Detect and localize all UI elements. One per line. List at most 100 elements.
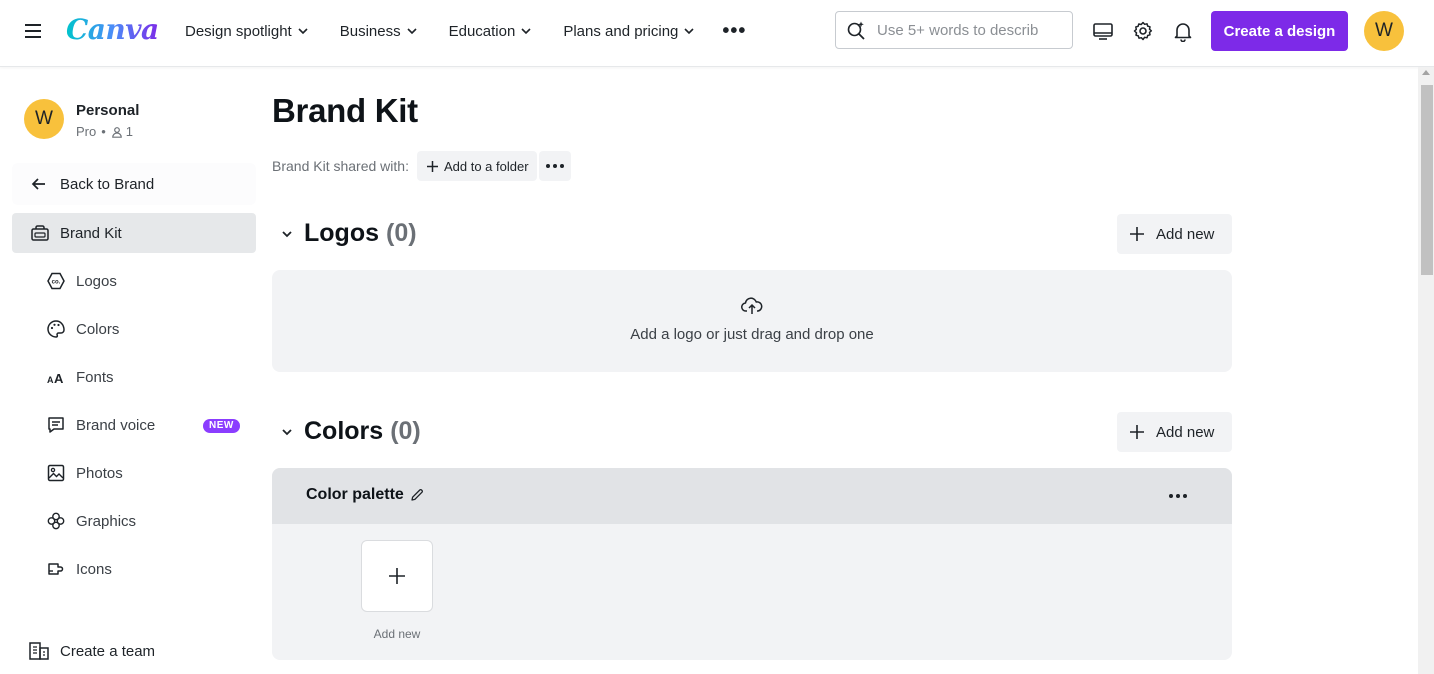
chevron-down-icon[interactable] xyxy=(280,425,294,439)
sidebar-item-label: Brand Kit xyxy=(60,224,122,242)
graphics-icon xyxy=(47,512,65,530)
sidebar: W Personal Pro • 1 Back to Brand Brand K… xyxy=(0,67,270,674)
sidebar-item-photos[interactable]: Photos xyxy=(36,453,256,493)
svg-text:A: A xyxy=(47,375,54,385)
sidebar-item-graphics[interactable]: Graphics xyxy=(36,501,256,541)
top-navbar: Canva Design spotlight Business Educatio… xyxy=(0,0,1434,67)
color-palette-card: Color palette Add new xyxy=(272,468,1232,660)
nav-business[interactable]: Business xyxy=(340,23,418,40)
drop-zone-text: Add a logo or just drag and drop one xyxy=(630,326,874,343)
arrow-left-icon xyxy=(31,178,45,190)
palette-name: Color palette xyxy=(306,486,424,504)
sidebar-item-label: Photos xyxy=(76,464,123,482)
plus-icon xyxy=(1130,227,1144,241)
palette-header: Color palette xyxy=(272,468,1232,524)
chevron-down-icon[interactable] xyxy=(280,227,294,241)
account-members-count: 1 xyxy=(125,124,134,139)
plus-icon xyxy=(426,160,438,172)
meta-separator: • xyxy=(101,124,106,139)
add-to-folder-button[interactable]: Add to a folder xyxy=(416,151,537,181)
account-meta: Pro • 1 xyxy=(76,124,133,139)
more-horizontal-icon xyxy=(1169,494,1187,498)
plus-icon xyxy=(1130,425,1144,439)
palette-name-label: Color palette xyxy=(306,486,404,503)
add-logo-button[interactable]: Add new xyxy=(1117,214,1232,254)
sidebar-item-logos[interactable]: co. Logos xyxy=(36,261,256,301)
fonts-icon: A A xyxy=(47,371,64,386)
canva-logo[interactable]: Canva xyxy=(66,10,159,50)
colors-count: (0) xyxy=(390,417,421,445)
logos-title: Logos xyxy=(304,219,379,247)
add-to-folder-label: Add to a folder xyxy=(443,158,529,174)
colors-section-header: Colors (0) xyxy=(280,417,421,446)
account-plan: Pro xyxy=(76,124,97,139)
more-horizontal-icon xyxy=(545,164,564,168)
logo-icon: co. xyxy=(47,272,65,290)
building-icon xyxy=(29,642,49,660)
more-options-button[interactable] xyxy=(538,151,571,181)
create-design-button[interactable]: Create a design xyxy=(1211,11,1348,51)
brand-kit-icon xyxy=(31,225,49,241)
sidebar-item-label: Colors xyxy=(76,320,120,338)
account-name: Personal xyxy=(76,102,140,119)
logos-section-header: Logos (0) xyxy=(280,219,417,248)
nav-design-spotlight[interactable]: Design spotlight xyxy=(185,23,309,40)
person-icon xyxy=(111,126,122,138)
logo-drop-zone[interactable]: Add a logo or just drag and drop one xyxy=(272,270,1232,372)
sidebar-item-brand-kit[interactable]: Brand Kit xyxy=(12,213,256,253)
menu-icon[interactable] xyxy=(22,20,44,42)
nav-education[interactable]: Education xyxy=(449,23,533,40)
svg-text:co.: co. xyxy=(52,280,61,286)
main-nav: Design spotlight Business Education Plan… xyxy=(185,0,746,62)
chevron-down-icon xyxy=(407,28,417,35)
shared-with-row: Brand Kit shared with: Add to a folder xyxy=(272,151,571,181)
back-label: Back to Brand xyxy=(60,175,155,193)
page-title: Brand Kit xyxy=(272,92,418,129)
svg-text:A: A xyxy=(54,371,64,386)
bell-icon[interactable] xyxy=(1172,20,1194,42)
user-avatar[interactable]: W xyxy=(1364,11,1404,51)
add-new-label: Add new xyxy=(1156,423,1215,441)
nav-plans-pricing[interactable]: Plans and pricing xyxy=(563,23,695,40)
sidebar-item-colors[interactable]: Colors xyxy=(36,309,256,349)
sidebar-item-fonts[interactable]: A A Fonts xyxy=(36,357,256,397)
search-box xyxy=(835,11,1073,49)
sidebar-item-label: Graphics xyxy=(76,512,137,530)
account-avatar[interactable]: W xyxy=(24,99,64,139)
create-team-label: Create a team xyxy=(60,642,156,660)
new-badge: NEW xyxy=(203,419,240,433)
add-color-swatch-button[interactable] xyxy=(361,540,433,612)
scrollbar-thumb[interactable] xyxy=(1421,85,1433,275)
plus-icon xyxy=(389,568,405,584)
icons-icon xyxy=(48,563,64,575)
create-team-button[interactable]: Create a team xyxy=(28,641,155,661)
sidebar-item-label: Fonts xyxy=(76,368,114,386)
sidebar-item-label: Icons xyxy=(76,560,112,578)
search-input[interactable] xyxy=(875,20,1059,40)
add-swatch-label: Add new xyxy=(373,627,421,641)
sidebar-item-brand-voice[interactable]: Brand voice NEW xyxy=(36,405,256,445)
photo-icon xyxy=(47,464,65,482)
settings-icon[interactable] xyxy=(1132,20,1154,42)
sidebar-item-label: Logos xyxy=(76,272,117,290)
nav-more-button[interactable]: ••• xyxy=(722,20,746,43)
nav-label: Business xyxy=(339,22,401,40)
cloud-upload-icon xyxy=(741,297,763,314)
scroll-up-arrow-icon[interactable] xyxy=(1422,70,1430,75)
palette-icon xyxy=(47,320,65,338)
shared-with-label: Brand Kit shared with: xyxy=(272,158,409,174)
brand-voice-icon xyxy=(48,417,64,433)
colors-title: Colors xyxy=(304,417,384,445)
sidebar-item-icons[interactable]: Icons xyxy=(36,549,256,589)
pencil-icon[interactable] xyxy=(410,488,424,502)
magic-search-icon xyxy=(847,21,865,40)
sidebar-item-label: Brand voice xyxy=(76,416,156,434)
desktop-icon[interactable] xyxy=(1092,20,1114,42)
back-to-brand-button[interactable]: Back to Brand xyxy=(12,163,256,205)
add-color-button[interactable]: Add new xyxy=(1117,412,1232,452)
palette-more-button[interactable] xyxy=(1162,485,1194,507)
nav-label: Design spotlight xyxy=(185,22,292,40)
chevron-down-icon xyxy=(521,28,531,35)
nav-label: Plans and pricing xyxy=(563,22,679,40)
nav-label: Education xyxy=(448,22,516,40)
